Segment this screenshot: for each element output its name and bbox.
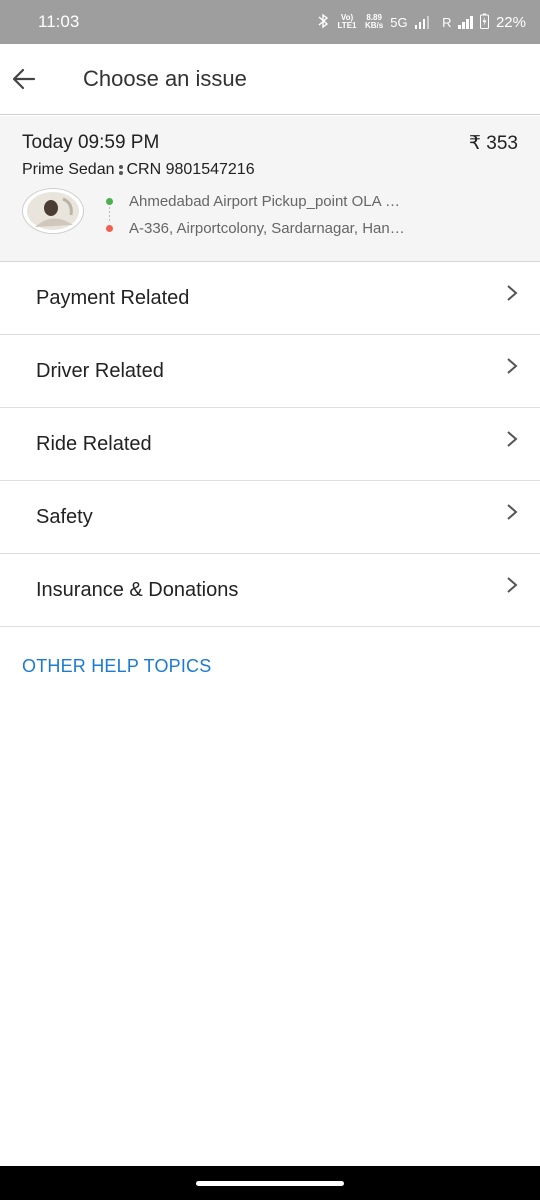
ride-date: Today 09:59 PM <box>22 132 160 153</box>
other-help-topics-link[interactable]: OTHER HELP TOPICS <box>22 656 211 677</box>
ride-summary-card: Today 09:59 PM ₹ 353 Prime Sedan CRN 980… <box>0 116 540 262</box>
drop-address: A-336, Airportcolony, Sardarnagar, Hanso… <box>129 219 407 237</box>
chevron-right-icon <box>507 431 518 447</box>
network-speed-unit: KB/s <box>365 21 384 30</box>
chevron-right-icon <box>507 358 518 374</box>
issue-label: Payment Related <box>36 286 190 309</box>
issue-label: Ride Related <box>36 432 152 455</box>
status-icons: Vo) LTE1 8.89 KB/s 5G R 22% <box>317 13 526 32</box>
system-nav-bar <box>0 1166 540 1200</box>
chevron-right-icon <box>507 504 518 520</box>
status-time: 11:03 <box>38 12 80 31</box>
route-info: Ahmedabad Airport Pickup_point OLA Parki… <box>106 190 407 244</box>
network-speed: 8.89 KB/s <box>365 14 383 30</box>
ride-fare: ₹ 353 <box>468 133 518 154</box>
issue-insurance-donations[interactable]: Insurance & Donations <box>0 554 540 627</box>
ride-details: Prime Sedan CRN 9801547216 <box>22 161 255 179</box>
arrow-left-icon <box>12 68 36 90</box>
ride-crn: CRN 9801547216 <box>126 161 255 178</box>
issue-label: Driver Related <box>36 359 164 382</box>
drop-location: A-336, Airportcolony, Sardarnagar, Hanso… <box>106 217 407 239</box>
issue-safety[interactable]: Safety <box>0 481 540 554</box>
bluetooth-icon <box>317 13 329 32</box>
status-bar: 11:03 Vo) LTE1 8.89 KB/s 5G R 22% <box>0 0 540 44</box>
driver-avatar <box>22 188 84 234</box>
app-bar: Choose an issue <box>0 44 540 115</box>
chevron-right-icon <box>507 285 518 301</box>
chevron-right-icon <box>507 577 518 593</box>
issue-list: Payment Related Driver Related Ride Rela… <box>0 262 540 627</box>
drop-dot-icon <box>106 224 113 232</box>
issue-label: Insurance & Donations <box>36 578 239 601</box>
signal-icon-2 <box>458 15 473 29</box>
separator-dots <box>118 164 123 176</box>
back-button[interactable] <box>4 59 44 99</box>
signal-icon <box>414 15 430 29</box>
volte-indicator: Vo) LTE1 <box>337 13 357 30</box>
pickup-address: Ahmedabad Airport Pickup_point OLA Parki… <box>129 192 407 210</box>
issue-payment-related[interactable]: Payment Related <box>0 262 540 335</box>
page-title: Choose an issue <box>83 66 247 91</box>
issue-label: Safety <box>36 505 93 528</box>
network-type: 5G <box>390 14 408 30</box>
roaming-indicator: R <box>442 14 452 30</box>
home-gesture-handle[interactable] <box>196 1181 344 1186</box>
pickup-dot-icon <box>106 197 113 205</box>
route-connector <box>109 207 110 223</box>
issue-driver-related[interactable]: Driver Related <box>0 335 540 408</box>
battery-charging-icon <box>479 13 489 32</box>
issue-ride-related[interactable]: Ride Related <box>0 408 540 481</box>
pickup-location: Ahmedabad Airport Pickup_point OLA Parki… <box>106 190 407 212</box>
vehicle-type: Prime Sedan <box>22 161 115 178</box>
battery-percentage: 22% <box>495 13 526 31</box>
